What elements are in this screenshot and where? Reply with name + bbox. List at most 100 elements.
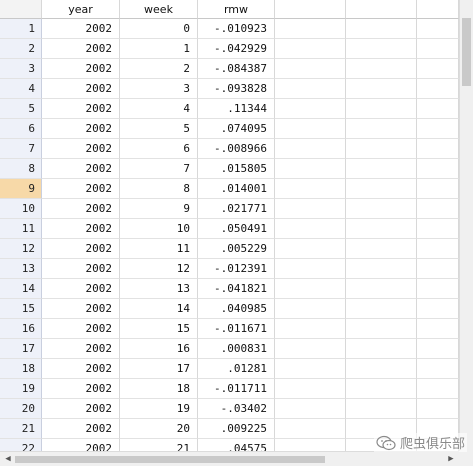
cell-week[interactable]: 8 (120, 179, 198, 199)
cell-empty[interactable] (417, 259, 459, 279)
cell-empty[interactable] (346, 79, 417, 99)
cell-year[interactable]: 2002 (42, 219, 120, 239)
cell-empty[interactable] (346, 199, 417, 219)
row-number[interactable]: 22 (0, 439, 42, 451)
table-row[interactable]: 8 2002 7.015805 (0, 159, 459, 179)
cell-year[interactable]: 2002 (42, 259, 120, 279)
cell-year[interactable]: 2002 (42, 79, 120, 99)
row-number[interactable]: 13 (0, 259, 42, 279)
table-row[interactable]: 4 2002 3 -.093828 (0, 79, 459, 99)
cell-empty[interactable] (417, 359, 459, 379)
column-header-empty[interactable] (346, 0, 417, 19)
row-number[interactable]: 14 (0, 279, 42, 299)
cell-empty[interactable] (275, 199, 346, 219)
column-header-week[interactable]: week (120, 0, 198, 19)
cell-empty[interactable] (275, 339, 346, 359)
cell-empty[interactable] (417, 159, 459, 179)
cell-empty[interactable] (346, 239, 417, 259)
cell-year[interactable]: 2002 (42, 439, 120, 451)
cell-week[interactable]: 17 (120, 359, 198, 379)
cell-empty[interactable] (417, 119, 459, 139)
table-row[interactable]: 7 2002 6 -.008966 (0, 139, 459, 159)
table-row[interactable]: 5 2002 4.11344 (0, 99, 459, 119)
cell-week[interactable]: 15 (120, 319, 198, 339)
cell-empty[interactable] (275, 179, 346, 199)
cell-rmw[interactable]: .005229 (198, 239, 275, 259)
cell-empty[interactable] (417, 299, 459, 319)
cell-empty[interactable] (346, 259, 417, 279)
cell-empty[interactable] (346, 359, 417, 379)
row-number[interactable]: 7 (0, 139, 42, 159)
row-number[interactable]: 18 (0, 359, 42, 379)
cell-rmw[interactable]: .01281 (198, 359, 275, 379)
cell-empty[interactable] (346, 179, 417, 199)
row-number[interactable]: 19 (0, 379, 42, 399)
cell-week[interactable]: 3 (120, 79, 198, 99)
cell-rmw[interactable]: -.093828 (198, 79, 275, 99)
cell-year[interactable]: 2002 (42, 39, 120, 59)
row-number[interactable]: 1 (0, 19, 42, 39)
cell-rmw[interactable]: .074095 (198, 119, 275, 139)
cell-empty[interactable] (275, 79, 346, 99)
table-row[interactable]: 10 2002 9.021771 (0, 199, 459, 219)
table-row[interactable]: 2 2002 1 -.042929 (0, 39, 459, 59)
cell-week[interactable]: 20 (120, 419, 198, 439)
cell-rmw[interactable]: .11344 (198, 99, 275, 119)
row-number[interactable]: 11 (0, 219, 42, 239)
cell-empty[interactable] (275, 319, 346, 339)
cell-empty[interactable] (275, 259, 346, 279)
cell-empty[interactable] (417, 399, 459, 419)
cell-rmw[interactable]: .000831 (198, 339, 275, 359)
cell-empty[interactable] (417, 39, 459, 59)
cell-rmw[interactable]: .040985 (198, 299, 275, 319)
row-number[interactable]: 6 (0, 119, 42, 139)
column-header-empty[interactable] (417, 0, 459, 19)
row-number[interactable]: 9 (0, 179, 42, 199)
cell-empty[interactable] (417, 179, 459, 199)
cell-week[interactable]: 21 (120, 439, 198, 451)
cell-year[interactable]: 2002 (42, 399, 120, 419)
cell-rmw[interactable]: -.011711 (198, 379, 275, 399)
cell-rmw[interactable]: .050491 (198, 219, 275, 239)
cell-year[interactable]: 2002 (42, 119, 120, 139)
table-row[interactable]: 13 2002 12 -.012391 (0, 259, 459, 279)
cell-empty[interactable] (346, 379, 417, 399)
cell-empty[interactable] (417, 279, 459, 299)
cell-empty[interactable] (417, 319, 459, 339)
cell-week[interactable]: 18 (120, 379, 198, 399)
cell-empty[interactable] (417, 99, 459, 119)
cell-empty[interactable] (417, 79, 459, 99)
cell-rmw[interactable]: -.03402 (198, 399, 275, 419)
row-number[interactable]: 3 (0, 59, 42, 79)
vertical-scrollbar[interactable] (459, 0, 473, 451)
cell-empty[interactable] (346, 119, 417, 139)
row-number[interactable]: 15 (0, 299, 42, 319)
table-row[interactable]: 15 2002 14.040985 (0, 299, 459, 319)
cell-rmw[interactable]: -.010923 (198, 19, 275, 39)
table-row[interactable]: 19 2002 18 -.011711 (0, 379, 459, 399)
cell-year[interactable]: 2002 (42, 379, 120, 399)
cell-empty[interactable] (275, 219, 346, 239)
cell-week[interactable]: 9 (120, 199, 198, 219)
table-row[interactable]: 11 2002 10.050491 (0, 219, 459, 239)
row-number[interactable]: 21 (0, 419, 42, 439)
cell-empty[interactable] (275, 399, 346, 419)
cell-year[interactable]: 2002 (42, 419, 120, 439)
cell-empty[interactable] (417, 219, 459, 239)
cell-empty[interactable] (275, 279, 346, 299)
cell-empty[interactable] (417, 19, 459, 39)
cell-rmw[interactable]: .015805 (198, 159, 275, 179)
cell-empty[interactable] (275, 159, 346, 179)
cell-rmw[interactable]: -.042929 (198, 39, 275, 59)
cell-empty[interactable] (417, 199, 459, 219)
cell-empty[interactable] (346, 299, 417, 319)
cell-empty[interactable] (346, 39, 417, 59)
cell-rmw[interactable]: -.011671 (198, 319, 275, 339)
cell-week[interactable]: 11 (120, 239, 198, 259)
cell-year[interactable]: 2002 (42, 319, 120, 339)
cell-year[interactable]: 2002 (42, 339, 120, 359)
row-number[interactable]: 20 (0, 399, 42, 419)
row-number[interactable]: 12 (0, 239, 42, 259)
cell-rmw[interactable]: -.041821 (198, 279, 275, 299)
table-row[interactable]: 14 2002 13 -.041821 (0, 279, 459, 299)
